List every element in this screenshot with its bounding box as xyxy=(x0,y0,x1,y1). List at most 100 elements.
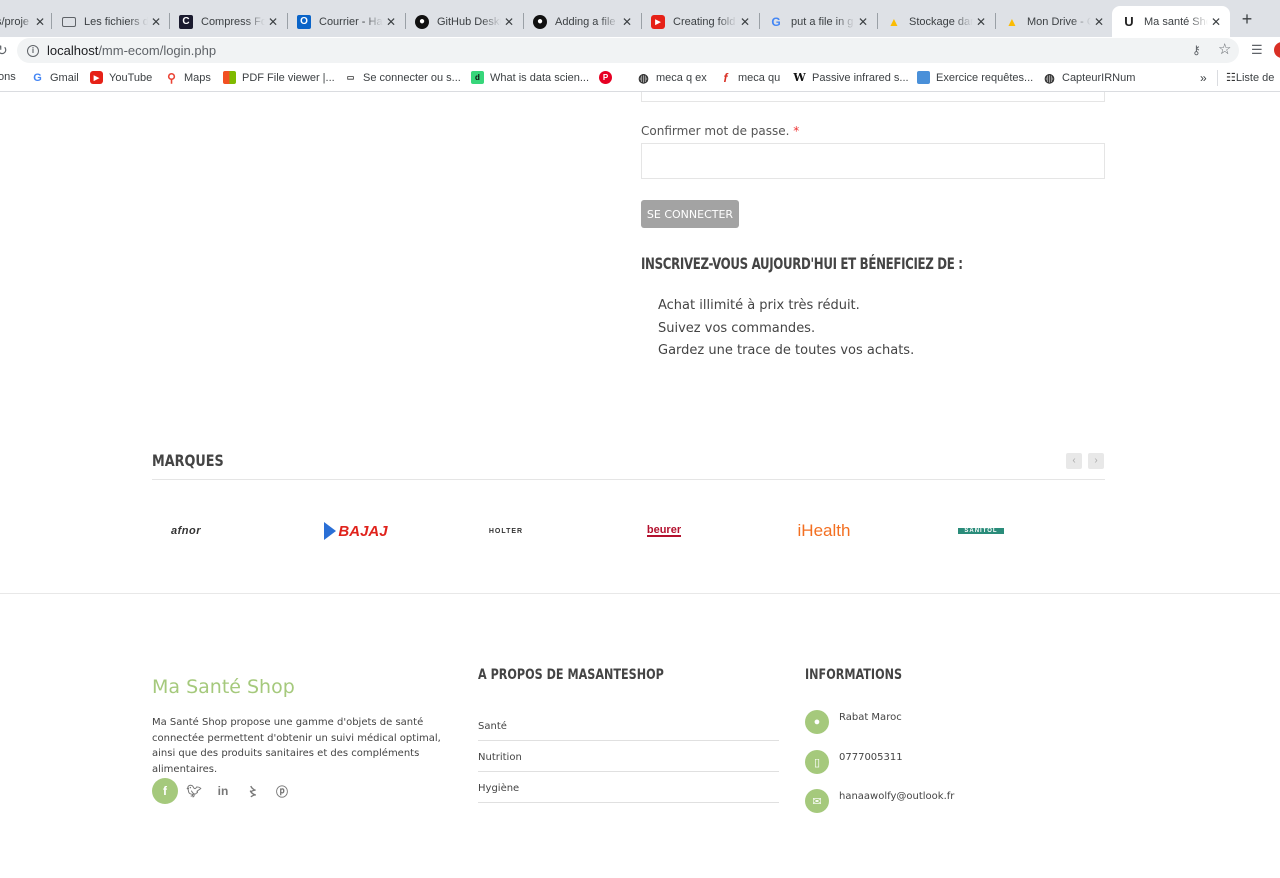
facebook-icon[interactable]: f xyxy=(152,778,178,804)
microsoft-icon xyxy=(223,71,236,84)
bookmark-item[interactable]: d What is data scien... xyxy=(471,71,589,84)
browser-tab[interactable]: ● Adding a file ✕ xyxy=(533,6,635,37)
tab-title: s/proje xyxy=(0,15,30,28)
url-host: localhost xyxy=(47,43,99,58)
new-tab-button[interactable]: + xyxy=(1238,10,1256,28)
pinterest-icon[interactable]: ⓟ xyxy=(269,778,295,804)
close-icon[interactable]: ✕ xyxy=(737,15,753,29)
browser-tab-active[interactable]: U Ma santé Sho ✕ xyxy=(1112,6,1230,37)
brand-logo-sanitol[interactable]: SANITOL xyxy=(946,517,1016,545)
browser-tab[interactable]: O Courrier - Ha ✕ xyxy=(297,6,399,37)
close-icon[interactable]: ✕ xyxy=(1091,15,1107,29)
info-address: ● Rabat Maroc xyxy=(805,710,902,734)
browser-tab[interactable]: ▶ Creating fold ✕ xyxy=(651,6,753,37)
bookmarks-overflow-button[interactable]: » xyxy=(1200,71,1207,85)
brand-logo-bajaj[interactable]: BAJAJ xyxy=(310,517,402,545)
browser-tab[interactable]: ▲ Stockage dan ✕ xyxy=(887,6,989,37)
brand-logo-beurer[interactable]: beurer xyxy=(631,517,697,545)
password-field[interactable] xyxy=(641,92,1105,102)
bookmark-item[interactable]: ▭ Se connecter ou s... xyxy=(344,71,461,84)
about-link-sante[interactable]: Santé xyxy=(478,710,779,741)
brand-name: HOLTER xyxy=(488,527,524,535)
bookmark-label: meca qu xyxy=(738,71,781,84)
twitter-icon[interactable]: 🐦︎ xyxy=(181,778,207,804)
bookmark-item[interactable]: P xyxy=(599,71,618,84)
bookmark-item[interactable]: ▶ YouTube xyxy=(90,71,152,84)
browser-tab[interactable]: G put a file in g ✕ xyxy=(769,6,871,37)
brand-name: beurer xyxy=(646,524,682,537)
close-icon[interactable]: ✕ xyxy=(973,15,989,29)
close-icon[interactable]: ✕ xyxy=(1208,15,1224,29)
footer-shop-name: Ma Santé Shop xyxy=(152,676,295,698)
brand-name: SANITOL xyxy=(958,528,1004,534)
benefit-item: Gardez une trace de toutes vos achats. xyxy=(658,343,915,358)
browser-tab[interactable]: C Compress Fo ✕ xyxy=(179,6,281,37)
tab-title: Les fichiers d xyxy=(84,15,148,28)
brand-name: afnor xyxy=(171,525,201,537)
bookmark-label: Exercice requêtes... xyxy=(936,71,1034,84)
google-icon: G xyxy=(33,71,42,84)
star-icon[interactable]: ☆ xyxy=(1218,40,1231,58)
browser-tab[interactable]: s/proje ✕ xyxy=(0,6,48,37)
bookmark-item[interactable]: G Gmail xyxy=(31,71,79,84)
bookmark-item[interactable]: f meca qu xyxy=(719,71,781,85)
info-icon[interactable]: i xyxy=(27,44,39,57)
reading-list-button[interactable]: ☷ Liste de xyxy=(1226,71,1275,85)
close-icon[interactable]: ✕ xyxy=(32,15,48,29)
reload-icon[interactable]: ↻ xyxy=(0,42,8,59)
drive-icon: ▲ xyxy=(888,14,900,29)
login-button[interactable]: SE CONNECTER xyxy=(641,200,739,228)
bookmark-label: Maps xyxy=(184,71,211,84)
browser-tab[interactable]: Les fichiers d ✕ xyxy=(62,6,164,37)
browser-tab[interactable]: ▲ Mon Drive - G ✕ xyxy=(1005,6,1107,37)
box-icon: ▭ xyxy=(346,73,355,82)
tab-title: Ma santé Sho xyxy=(1144,15,1208,28)
compress-icon: C xyxy=(179,14,193,29)
brands-next-button[interactable]: › xyxy=(1088,453,1104,469)
bookmark-item[interactable]: ons xyxy=(0,71,16,83)
about-link-hygiene[interactable]: Hygiène xyxy=(478,772,779,803)
bookmark-item[interactable]: ⚲ Maps xyxy=(165,71,211,85)
address-bar[interactable]: i localhost/mm-ecom/login.php xyxy=(17,38,1239,63)
browser-tab[interactable]: ● GitHub Deskt ✕ xyxy=(415,6,517,37)
profile-avatar[interactable] xyxy=(1274,42,1280,58)
close-icon[interactable]: ✕ xyxy=(383,15,399,29)
brand-logo-ihealth[interactable]: iHealth xyxy=(790,517,858,545)
close-icon[interactable]: ✕ xyxy=(501,15,517,29)
bookmark-item[interactable]: ◍ meca q ex xyxy=(637,71,707,85)
info-email: ✉ hanaawolfy@outlook.fr xyxy=(805,789,954,813)
brand-name: BAJAJ xyxy=(338,522,388,540)
bookmark-item[interactable]: PDF File viewer |... xyxy=(223,71,335,84)
media-playlist-icon[interactable]: ☰ xyxy=(1251,42,1263,58)
rss-icon[interactable]: 〻 xyxy=(240,778,266,804)
brand-logo-afnor[interactable]: afnor xyxy=(156,517,216,545)
brand-logo-holter[interactable]: HOLTER xyxy=(474,517,538,545)
tab-title: GitHub Deskt xyxy=(437,15,501,28)
bookmark-item[interactable]: ◍ CapteurIRNum xyxy=(1043,71,1136,85)
key-icon[interactable]: ⚷ xyxy=(1192,43,1201,57)
about-link-nutrition[interactable]: Nutrition xyxy=(478,741,779,772)
bookmark-item[interactable]: Exercice requêtes... xyxy=(917,71,1033,84)
close-icon[interactable]: ✕ xyxy=(265,15,281,29)
pinterest-icon: P xyxy=(599,71,612,84)
tab-title: Adding a file xyxy=(555,15,616,28)
phone-text: 0777005311 xyxy=(839,752,903,763)
bookmark-label: CapteurIRNum xyxy=(1062,71,1136,84)
github-icon: ● xyxy=(415,14,429,29)
confirm-password-label: Confirmer mot de passe. * xyxy=(641,124,799,138)
close-icon[interactable]: ✕ xyxy=(855,15,871,29)
window-icon xyxy=(62,16,76,27)
wikipedia-icon: W xyxy=(793,71,806,84)
confirm-password-field[interactable] xyxy=(641,143,1105,179)
brands-prev-button[interactable]: ‹ xyxy=(1066,453,1082,469)
brand-name: iHealth xyxy=(797,521,851,540)
bookmark-label: ons xyxy=(0,71,16,83)
tab-title: Stockage dan xyxy=(909,15,973,28)
bookmark-item[interactable]: W Passive infrared s... xyxy=(793,71,908,84)
u-icon: U xyxy=(1124,14,1134,29)
close-icon[interactable]: ✕ xyxy=(619,15,635,29)
email-text[interactable]: hanaawolfy@outlook.fr xyxy=(839,789,954,802)
close-icon[interactable]: ✕ xyxy=(148,15,164,29)
reading-list-label: Liste de xyxy=(1235,71,1275,84)
linkedin-icon[interactable]: in xyxy=(210,778,236,804)
